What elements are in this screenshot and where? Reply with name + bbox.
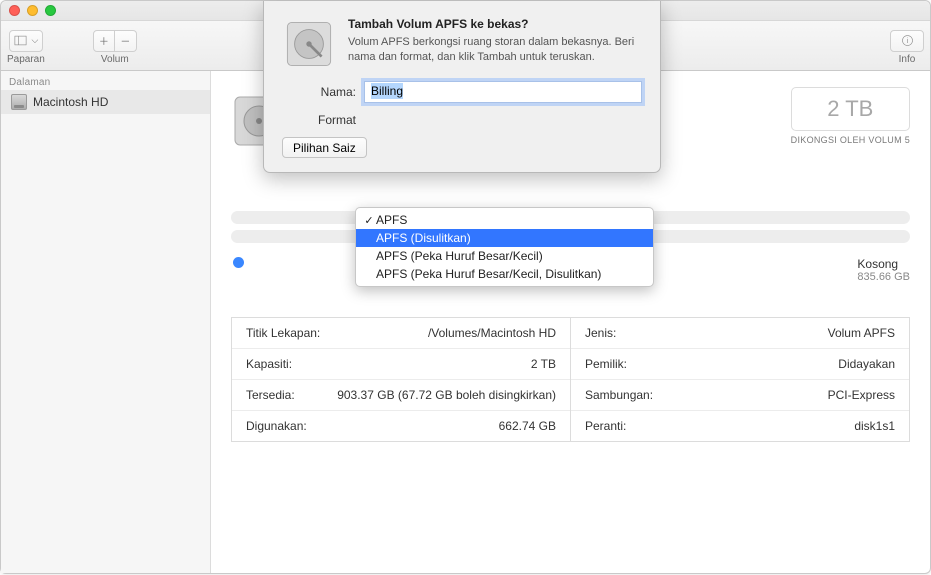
table-row: Peranti: disk1s1 xyxy=(571,411,909,441)
harddrive-large-icon xyxy=(282,17,336,71)
detail-val: 903.37 GB (67.72 GB boleh disingkirkan) xyxy=(337,388,556,402)
sidebar: Dalaman Macintosh HD xyxy=(1,71,211,573)
name-field-label: Nama: xyxy=(282,85,364,99)
sidebar-item-macintosh-hd[interactable]: Macintosh HD xyxy=(1,90,210,114)
table-row: Pemilik: Didayakan xyxy=(571,349,909,380)
detail-key: Tersedia: xyxy=(246,388,295,402)
detail-val: Didayakan xyxy=(838,357,895,371)
toolbar-label-volume: Volum xyxy=(101,54,129,65)
details-table: Titik Lekapan: /Volumes/Macintosh HD Kapa… xyxy=(231,317,910,442)
detail-val: 662.74 GB xyxy=(499,419,556,433)
size-options-button[interactable]: Pilihan Saiz xyxy=(282,137,367,158)
table-row: Sambungan: PCI-Express xyxy=(571,380,909,411)
detail-key: Pemilik: xyxy=(585,357,627,371)
detail-key: Peranti: xyxy=(585,419,626,433)
detail-key: Jenis: xyxy=(585,326,616,340)
zoom-icon[interactable] xyxy=(45,5,56,16)
detail-key: Kapasiti: xyxy=(246,357,292,371)
legend-dot-icon xyxy=(233,257,244,268)
close-icon[interactable] xyxy=(9,5,20,16)
detail-key: Titik Lekapan: xyxy=(246,326,320,340)
dropdown-option-apfs-encrypted[interactable]: APFS (Disulitkan) xyxy=(356,229,653,247)
table-row: Jenis: Volum APFS xyxy=(571,318,909,349)
view-button[interactable]: ⌵ xyxy=(9,30,43,52)
dropdown-option-label: APFS xyxy=(376,213,407,227)
table-row: Kapasiti: 2 TB xyxy=(232,349,570,380)
dropdown-option-label: APFS (Peka Huruf Besar/Kecil, Disulitkan… xyxy=(376,267,601,281)
detail-val: 2 TB xyxy=(531,357,556,371)
sheet-description: Volum APFS berkongsi ruang storan dalam … xyxy=(348,35,642,65)
minimize-icon[interactable] xyxy=(27,5,38,16)
minus-icon: － xyxy=(120,33,130,48)
table-row: Titik Lekapan: /Volumes/Macintosh HD xyxy=(232,318,570,349)
plus-icon: ＋ xyxy=(99,33,109,48)
detail-val: PCI-Express xyxy=(828,388,895,402)
sidebar-item-label: Macintosh HD xyxy=(33,95,108,109)
capacity-box: 2 TB DIKONGSI OLEH VOLUM 5 xyxy=(791,87,910,145)
volume-add-button[interactable]: ＋ xyxy=(93,30,115,52)
check-icon: ✓ xyxy=(362,214,376,227)
free-label: Kosong xyxy=(857,257,898,271)
format-dropdown[interactable]: ✓APFS APFS (Disulitkan) APFS (Peka Huruf… xyxy=(355,207,654,287)
sidebar-icon xyxy=(13,33,28,48)
add-volume-sheet: Tambah Volum APFS ke bekas? Volum APFS b… xyxy=(263,1,661,173)
toolbar-label-info: Info xyxy=(899,54,916,65)
detail-val: disk1s1 xyxy=(854,419,895,433)
dropdown-option-apfs-case[interactable]: APFS (Peka Huruf Besar/Kecil) xyxy=(356,247,653,265)
table-row: Tersedia: 903.37 GB (67.72 GB boleh disin… xyxy=(232,380,570,411)
dropdown-option-label: APFS (Peka Huruf Besar/Kecil) xyxy=(376,249,543,263)
info-button[interactable]: i xyxy=(890,30,924,52)
dropdown-option-apfs[interactable]: ✓APFS xyxy=(356,211,653,229)
sheet-heading: Tambah Volum APFS ke bekas? xyxy=(348,17,642,31)
detail-key: Sambungan: xyxy=(585,388,653,402)
info-icon: i xyxy=(900,33,915,48)
capacity-value: 2 TB xyxy=(791,87,910,131)
table-row: Digunakan: 662.74 GB xyxy=(232,411,570,441)
volume-remove-button[interactable]: － xyxy=(115,30,137,52)
harddrive-icon xyxy=(11,94,27,110)
size-options-label: Pilihan Saiz xyxy=(293,141,356,155)
free-value: 835.66 GB xyxy=(857,271,910,283)
name-input[interactable]: Billing xyxy=(364,81,642,103)
format-field-label: Format xyxy=(282,113,364,127)
name-input-value: Billing xyxy=(371,83,403,99)
sidebar-group-internal: Dalaman xyxy=(1,71,210,90)
toolbar-label-view: Paparan xyxy=(7,54,45,65)
dropdown-option-label: APFS (Disulitkan) xyxy=(376,231,471,245)
svg-text:i: i xyxy=(906,38,908,45)
capacity-subtitle: DIKONGSI OLEH VOLUM 5 xyxy=(791,135,910,145)
detail-val: Volum APFS xyxy=(828,326,895,340)
app-window: Utiliti Cakera ⌵ Paparan ＋ － Volum Bantu… xyxy=(0,0,931,574)
detail-val: /Volumes/Macintosh HD xyxy=(428,326,556,340)
dropdown-option-apfs-case-encrypted[interactable]: APFS (Peka Huruf Besar/Kecil, Disulitkan… xyxy=(356,265,653,283)
chevron-down-icon: ⌵ xyxy=(31,35,38,46)
detail-key: Digunakan: xyxy=(246,419,307,433)
